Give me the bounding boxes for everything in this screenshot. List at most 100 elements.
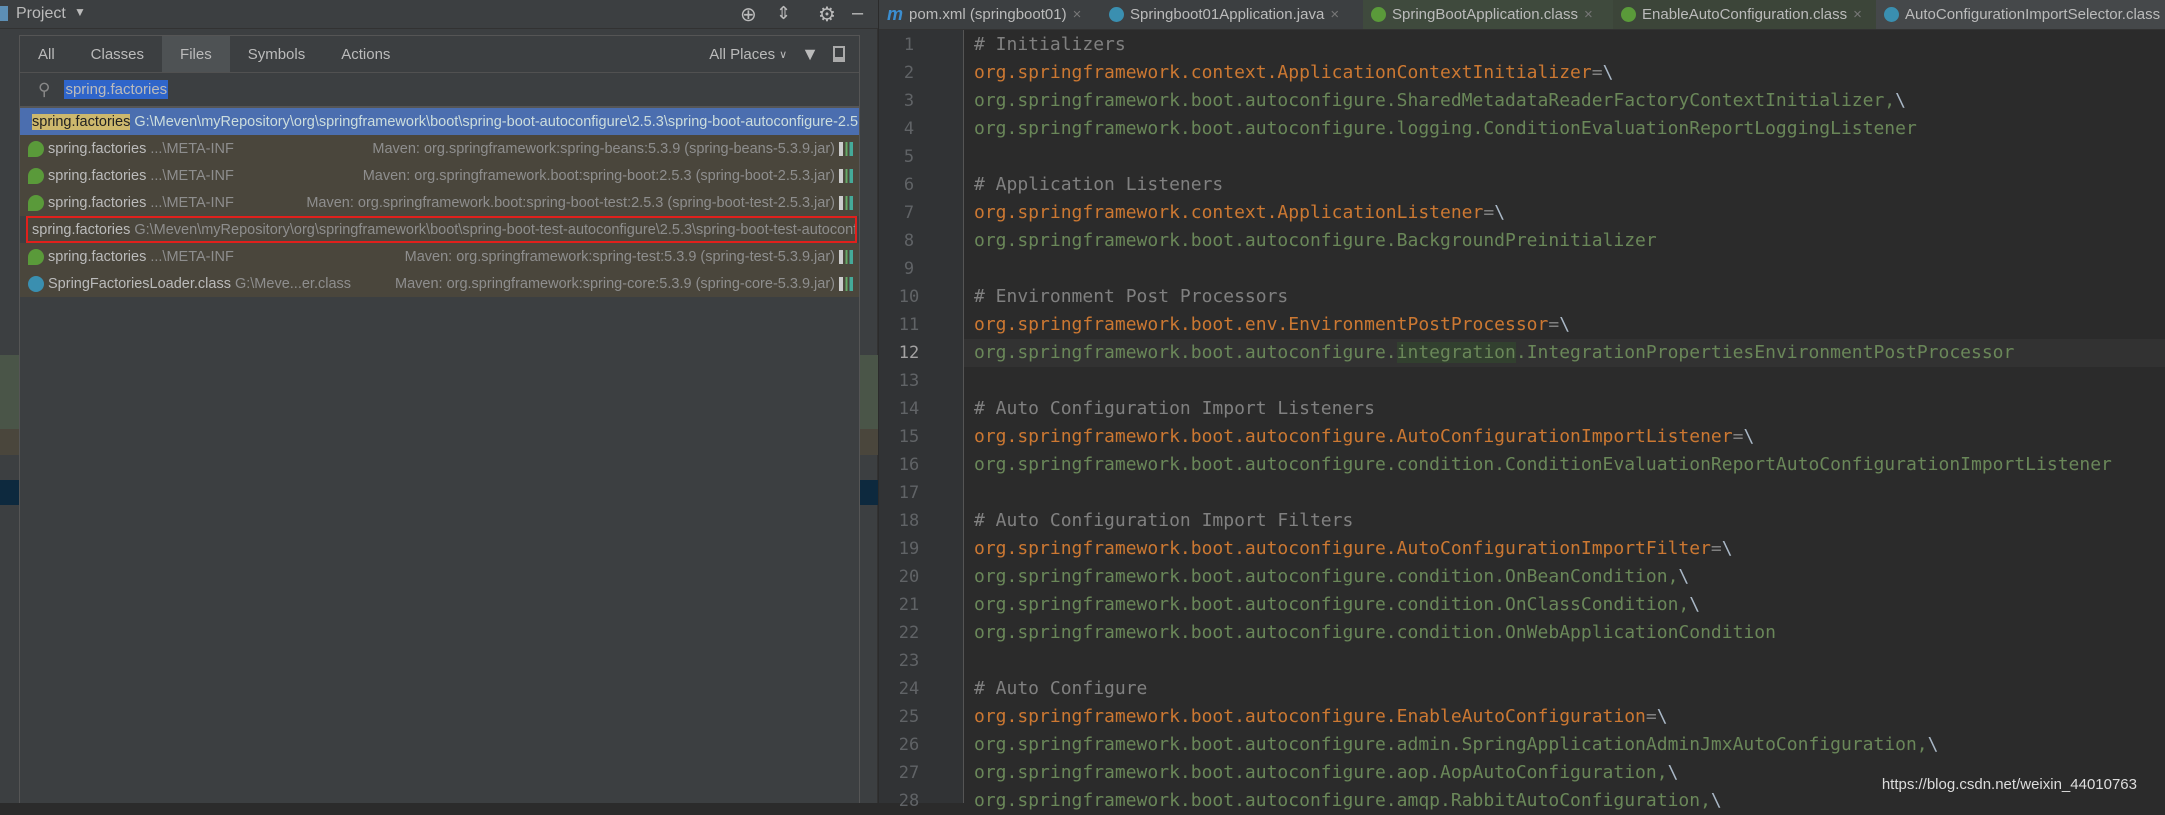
minimize-icon[interactable]: – [852, 2, 863, 25]
code-editor[interactable]: # Initializers org.springframework.contex… [964, 30, 2165, 811]
code-token-val: org.springframework.boot.autoconfigure.a… [974, 734, 1928, 755]
results-list: spring.factories G:\Meven\myRepository\or… [20, 108, 859, 297]
locate-icon[interactable]: ⊕ [740, 2, 757, 27]
code-token-op: = [1645, 706, 1657, 727]
code-line[interactable]: # Initializers [964, 31, 2165, 59]
code-line[interactable]: org.springframework.boot.autoconfigure.B… [964, 227, 2165, 255]
code-token-bs: \ [1678, 566, 1690, 587]
code-line[interactable]: org.springframework.boot.autoconfigure.S… [964, 87, 2165, 115]
search-field[interactable]: ⚲ spring.factories [20, 73, 859, 108]
close-tab-icon[interactable]: × [1853, 6, 1862, 23]
code-line[interactable]: org.springframework.boot.autoconfigure.c… [964, 591, 2165, 619]
line-number: 1 [903, 35, 915, 55]
result-row[interactable]: spring.factories ...\META-INF Maven: org.s… [20, 189, 859, 216]
code-token-val: org.springframework.boot.autoconfigure.c… [974, 622, 1776, 643]
line-number: 14 [898, 399, 920, 419]
result-row[interactable]: spring.factories ...\META-INF Maven: org.s… [20, 243, 859, 270]
code-token-bs: \ [1602, 62, 1614, 83]
editor-tab[interactable]: Springboot01Application.java × [1101, 0, 1363, 29]
code-line[interactable]: org.springframework.boot.autoconfigure.A… [964, 423, 2165, 451]
open-in-window-icon[interactable] [827, 36, 859, 72]
code-token-op: = [1591, 62, 1603, 83]
close-tab-icon[interactable]: × [1073, 6, 1082, 23]
line-number: 15 [898, 427, 920, 447]
code-token-key: org.springframework.boot.autoconfigure.A… [974, 426, 1733, 447]
code-token-val: org.springframework.boot.autoconfigure.a… [974, 790, 1711, 811]
code-token-val: org.springframework.boot.autoconfigure.l… [974, 118, 1917, 139]
code-line[interactable] [964, 479, 2165, 507]
spring-class-icon [1109, 7, 1124, 22]
code-token-val: org.springframework.boot.autoconfigure.a… [974, 762, 1668, 783]
chevron-down-icon[interactable]: ▼ [74, 5, 86, 19]
line-number: 23 [898, 651, 920, 671]
result-location: Maven: org.springframework:spring-core:5… [394, 275, 835, 292]
line-number: 24 [898, 679, 920, 699]
code-token-op: = [1548, 314, 1560, 335]
result-name: SpringFactoriesLoader.class [48, 275, 231, 292]
result-row[interactable]: spring.factories ...\META-INF Maven: org.s… [20, 162, 859, 189]
gear-icon[interactable]: ⚙ [818, 2, 836, 27]
scope-label: All Places [709, 45, 776, 63]
scope-dropdown[interactable]: All Places ∨ [703, 36, 793, 72]
editor-tab-label: AutoConfigurationImportSelector.class [1905, 6, 2161, 23]
code-token-comment: # Initializers [974, 34, 1126, 55]
editor-tab[interactable]: m pom.xml (springboot01) × [879, 0, 1101, 29]
code-line[interactable] [964, 367, 2165, 395]
chevron-down-icon: ∨ [779, 48, 788, 61]
result-name: spring.factories [48, 248, 147, 265]
code-line[interactable]: # Environment Post Processors [964, 283, 2165, 311]
project-title[interactable]: Project [16, 5, 66, 23]
collapse-icon[interactable]: ⇕ [776, 3, 791, 24]
tab-files[interactable]: Files [162, 36, 230, 72]
code-line[interactable]: org.springframework.boot.autoconfigure.A… [964, 535, 2165, 563]
code-token-bs: \ [1656, 706, 1668, 727]
class-icon [28, 275, 44, 292]
editor-tab[interactable]: EnableAutoConfiguration.class × [1613, 0, 1876, 29]
filter-icon[interactable]: ▼ [793, 36, 827, 72]
code-line[interactable]: org.springframework.boot.autoconfigure.c… [964, 563, 2165, 591]
code-token-comment: # Auto Configure [974, 678, 1148, 699]
code-line[interactable]: # Auto Configuration Import Listeners [964, 395, 2165, 423]
search-input[interactable]: spring.factories [64, 80, 169, 99]
code-line[interactable]: org.springframework.boot.autoconfigure.c… [964, 619, 2165, 647]
tab-all[interactable]: All [20, 36, 73, 72]
line-number: 3 [903, 91, 915, 111]
code-line[interactable]: org.springframework.boot.autoconfigure.E… [964, 703, 2165, 731]
result-row[interactable]: spring.factories G:\Meven\myRepository\or… [20, 108, 859, 135]
code-line[interactable]: org.springframework.boot.env.Environment… [964, 311, 2165, 339]
code-line[interactable] [964, 143, 2165, 171]
code-line[interactable]: org.springframework.boot.autoconfigure.l… [964, 115, 2165, 143]
code-token-val: org.springframework.boot.autoconfigure.c… [974, 454, 2112, 475]
line-number: 7 [903, 203, 915, 223]
code-line[interactable]: org.springframework.context.ApplicationL… [964, 199, 2165, 227]
code-line[interactable]: org.springframework.boot.autoconfigure.c… [964, 451, 2165, 479]
line-number: 12 [898, 343, 920, 363]
close-tab-icon[interactable]: × [1330, 6, 1339, 23]
code-line[interactable]: org.springframework.context.ApplicationC… [964, 59, 2165, 87]
code-line[interactable]: # Application Listeners [964, 171, 2165, 199]
code-line[interactable] [964, 255, 2165, 283]
close-tab-icon[interactable]: × [1584, 6, 1593, 23]
code-line[interactable] [964, 647, 2165, 675]
code-line[interactable]: # Auto Configuration Import Filters [964, 507, 2165, 535]
code-line[interactable]: # Auto Configure [964, 675, 2165, 703]
line-number: 9 [903, 259, 915, 279]
tab-classes[interactable]: Classes [73, 36, 162, 72]
result-row[interactable]: spring.factories ...\META-INF Maven: org.s… [20, 135, 859, 162]
tab-symbols[interactable]: Symbols [230, 36, 324, 72]
annotation-icon [1621, 7, 1636, 22]
line-number: 25 [898, 707, 920, 727]
code-line[interactable]: org.springframework.boot.autoconfigure.a… [964, 731, 2165, 759]
code-line[interactable]: org.springframework.boot.autoconfigure.i… [964, 339, 2165, 367]
tab-actions[interactable]: Actions [323, 36, 408, 72]
editor-tab[interactable]: SpringBootApplication.class × [1363, 0, 1613, 29]
line-number-gutter: 1 2 3 4 5 6 7 8 9 10 11 12 13 14 15 16 17 18 19 20 21 22 23 24 2… [879, 30, 964, 811]
line-number: 8 [903, 231, 915, 251]
result-row[interactable]: SpringFactoriesLoader.class G:\Meve...er.… [20, 270, 859, 297]
result-location: Maven: org.springframework.boot:spring-b… [362, 167, 835, 184]
line-number: 18 [898, 511, 920, 531]
spring-file-icon [28, 194, 44, 211]
editor-tab[interactable]: AutoConfigurationImportSelector.class [1876, 0, 2165, 29]
editor-tab-label: EnableAutoConfiguration.class [1642, 6, 1848, 23]
result-row[interactable]: spring.factories G:\Meven\myRepository\or… [26, 216, 857, 243]
